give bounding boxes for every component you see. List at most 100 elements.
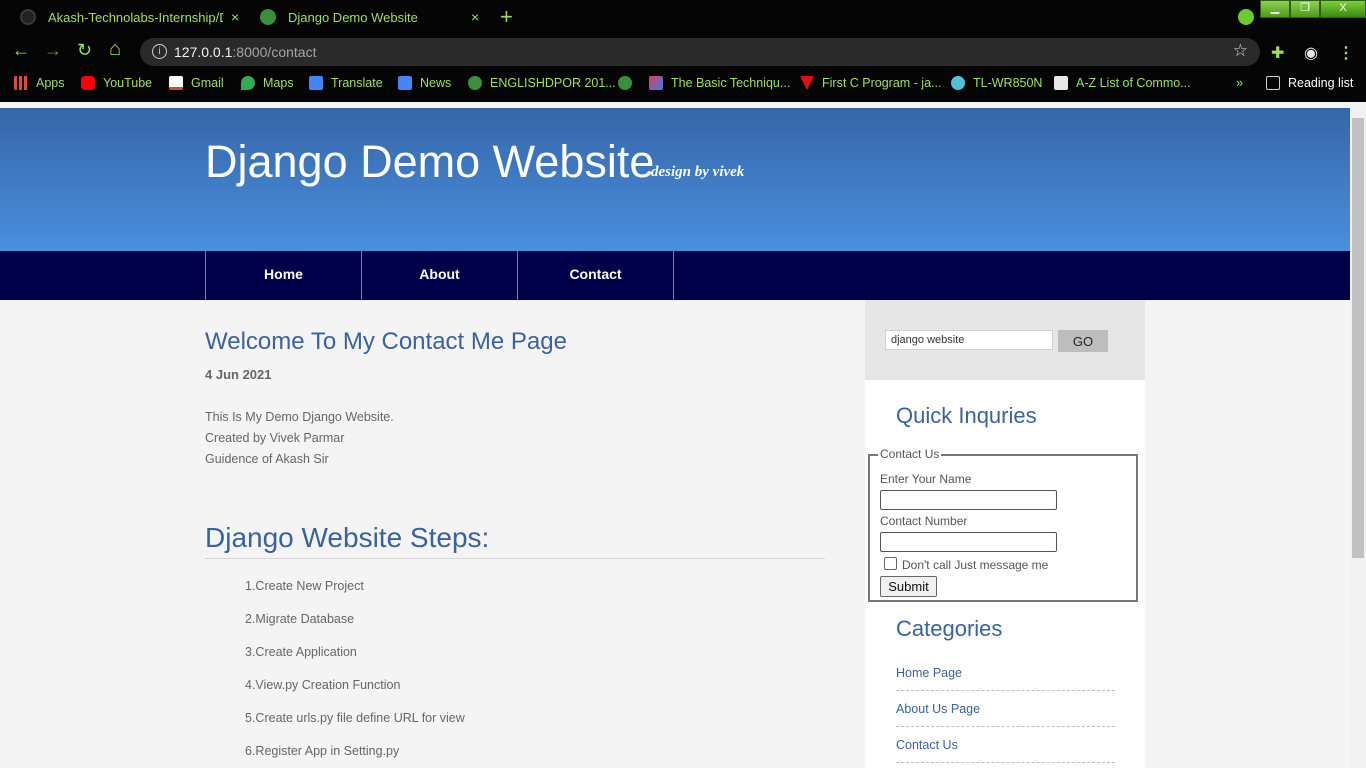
- bookmark-label: TL-WR850N: [973, 76, 1043, 90]
- reading-list-icon: [1266, 76, 1280, 90]
- paragraph-line: Created by Vivek Parmar: [205, 431, 345, 445]
- page-scrollbar[interactable]: [1350, 102, 1366, 768]
- url-text: 127.0.0.1:8000/contact: [174, 44, 316, 60]
- github-icon: [20, 9, 36, 25]
- nav-contact[interactable]: Contact: [517, 251, 674, 300]
- tab-close-icon[interactable]: ×: [471, 9, 479, 25]
- bookmark-label: Translate: [331, 76, 383, 90]
- step-item: 1.Create New Project: [245, 579, 364, 593]
- search-input[interactable]: [885, 330, 1053, 350]
- reading-list-button[interactable]: Reading list: [1266, 76, 1353, 90]
- gmail-icon: [169, 76, 183, 90]
- contact-form: Contact Us Enter Your Name Contact Numbe…: [868, 447, 1138, 602]
- sidebar: GO Quick Inquries Contact Us Enter Your …: [865, 300, 1145, 768]
- browser-chrome: Akash-Technolabs-Internship/Da × Django …: [0, 0, 1366, 102]
- scrollbar-thumb[interactable]: [1352, 118, 1364, 558]
- bookmark-globe[interactable]: [618, 76, 640, 90]
- step-item: 4.View.py Creation Function: [245, 678, 401, 692]
- javatpoint-icon: [800, 76, 814, 90]
- nav-about[interactable]: About: [361, 251, 517, 300]
- technique-icon: [649, 76, 663, 90]
- step-item: 3.Create Application: [245, 645, 357, 659]
- bookmark-maps[interactable]: Maps: [241, 76, 294, 90]
- profile-menu-icon[interactable]: [1238, 9, 1254, 25]
- tab-github[interactable]: Akash-Technolabs-Internship/Da ×: [8, 0, 248, 34]
- bookmark-star-icon[interactable]: ☆: [1233, 41, 1248, 61]
- site-title: Django Demo Website: [205, 136, 655, 187]
- bookmark-apps[interactable]: Apps: [14, 76, 65, 90]
- extensions-puzzle-icon[interactable]: ✚: [1271, 43, 1284, 63]
- step-item: 2.Migrate Database: [245, 612, 355, 626]
- contact-number-field[interactable]: [880, 532, 1057, 552]
- maximize-button[interactable]: ❐: [1290, 0, 1320, 18]
- categories-heading: Categories: [896, 616, 1003, 641]
- reload-button[interactable]: ↻: [77, 40, 92, 61]
- globe-icon: [260, 9, 276, 25]
- name-field[interactable]: [880, 490, 1057, 510]
- submit-button[interactable]: Submit: [880, 576, 937, 597]
- web-page: Django Demo Website design by vivek Home…: [0, 102, 1350, 768]
- category-link-about[interactable]: About Us Page: [896, 702, 1115, 727]
- minimize-button[interactable]: ▁: [1260, 0, 1290, 18]
- bookmark-label: Apps: [36, 76, 65, 90]
- post-date: 4 Jun 2021: [205, 367, 272, 382]
- bookmarks-overflow-button[interactable]: »: [1236, 76, 1243, 90]
- steps-heading: Django Website Steps:: [205, 522, 825, 559]
- nav-home[interactable]: Home: [205, 251, 361, 300]
- home-button[interactable]: ⌂: [109, 38, 121, 61]
- forward-button[interactable]: →: [44, 40, 62, 61]
- bookmark-label: News: [420, 76, 452, 90]
- browser-menu-icon[interactable]: ⋮: [1338, 43, 1354, 63]
- tab-strip: Akash-Technolabs-Internship/Da × Django …: [0, 0, 1366, 34]
- bookmark-first-c-program[interactable]: First C Program - ja...: [800, 76, 941, 90]
- bookmark-label: A-Z List of Commo...: [1076, 76, 1191, 90]
- url-host: 127.0.0.1: [174, 44, 233, 60]
- bookmark-label: First C Program - ja...: [822, 76, 942, 90]
- reading-list-label: Reading list: [1288, 76, 1354, 90]
- news-icon: [398, 76, 412, 90]
- bookmark-translate[interactable]: Translate: [309, 76, 383, 90]
- translate-icon: [309, 76, 323, 90]
- tab-title: Akash-Technolabs-Internship/Da: [48, 9, 223, 25]
- bookmarks-bar: Apps YouTube Gmail Maps Translate News E…: [0, 70, 1366, 100]
- globe-icon: [618, 76, 632, 90]
- bookmark-basic-technique[interactable]: The Basic Techniqu...: [649, 76, 790, 90]
- step-item: 5.Create urls.py file define URL for vie…: [245, 711, 465, 725]
- back-button[interactable]: ←: [12, 40, 30, 61]
- site-tagline: design by vivek: [651, 164, 745, 180]
- bookmark-tl-wr850n[interactable]: TL-WR850N: [951, 76, 1042, 90]
- main-nav: Home About Contact: [0, 251, 1350, 300]
- address-bar[interactable]: i 127.0.0.1:8000/contact ☆: [140, 38, 1260, 66]
- site-info-icon[interactable]: i: [152, 44, 167, 59]
- tplink-icon: [951, 76, 965, 90]
- search-panel: GO: [865, 300, 1145, 380]
- tab-django-demo[interactable]: Django Demo Website ×: [248, 0, 488, 34]
- dont-call-checkbox[interactable]: [884, 557, 897, 570]
- bookmark-englishdpor[interactable]: ENGLISHDPOR 201...: [468, 76, 616, 90]
- browser-toolbar: ← → ↻ ⌂ i 127.0.0.1:8000/contact ☆ ✚ ◉ ⋮: [0, 34, 1366, 70]
- bookmark-label: Gmail: [191, 76, 224, 90]
- name-label: Enter Your Name: [880, 472, 972, 486]
- url-path: :8000/contact: [232, 44, 317, 60]
- tab-close-icon[interactable]: ×: [231, 9, 239, 25]
- apps-grid-icon: [14, 76, 28, 90]
- bookmark-youtube[interactable]: YouTube: [81, 76, 152, 90]
- bookmark-label: Maps: [263, 76, 294, 90]
- category-link-home[interactable]: Home Page: [896, 666, 1115, 691]
- category-link-contact[interactable]: Contact Us: [896, 738, 1115, 763]
- new-tab-button[interactable]: +: [500, 4, 513, 30]
- m-icon: [1054, 76, 1068, 90]
- bookmark-a-z-list[interactable]: A-Z List of Commo...: [1054, 76, 1191, 90]
- maps-icon: [241, 76, 255, 90]
- contact-number-label: Contact Number: [880, 514, 968, 528]
- extension-icon[interactable]: ◉: [1304, 43, 1318, 63]
- search-go-button[interactable]: GO: [1058, 330, 1108, 352]
- paragraph-line: This Is My Demo Django Website.: [205, 410, 394, 424]
- quick-inquiries-heading: Quick Inquries: [896, 403, 1037, 428]
- site-header: Django Demo Website design by vivek: [0, 108, 1350, 251]
- page-heading: Welcome To My Contact Me Page: [205, 328, 567, 355]
- bookmark-gmail[interactable]: Gmail: [169, 76, 224, 90]
- window-close-button[interactable]: X: [1320, 0, 1366, 18]
- tab-title: Django Demo Website: [288, 9, 418, 25]
- bookmark-news[interactable]: News: [398, 76, 451, 90]
